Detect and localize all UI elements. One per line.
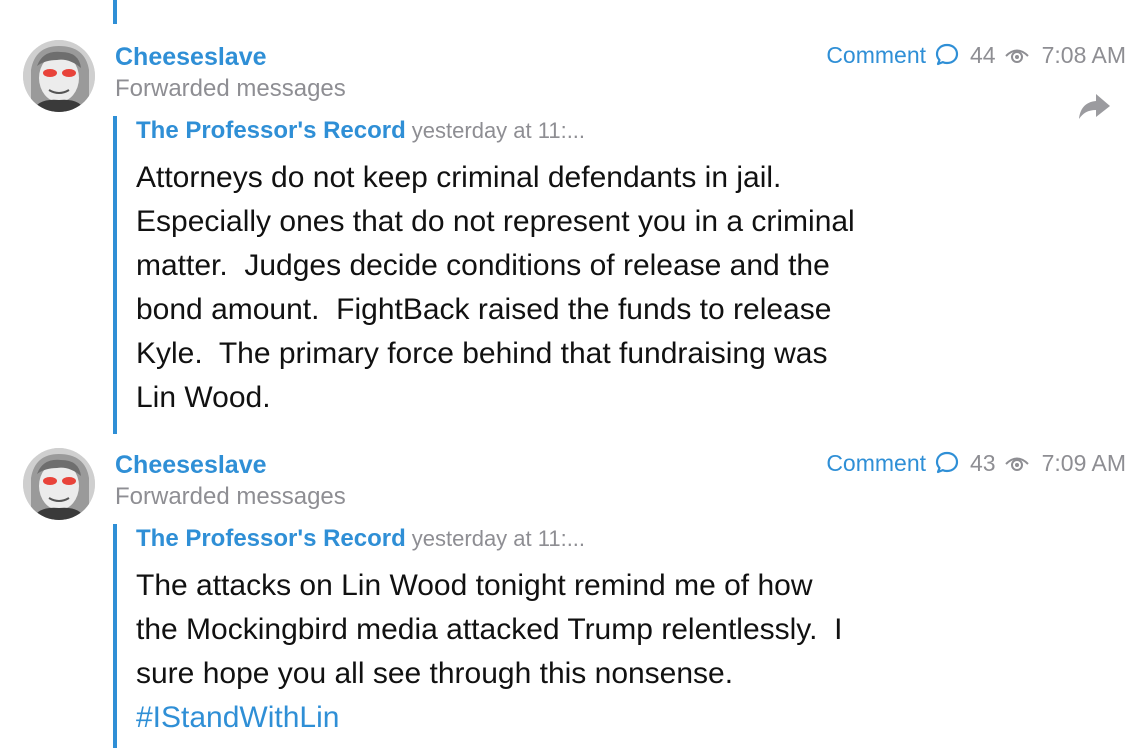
text-line: the Mockingbird media attacked Trump rel…: [136, 613, 843, 646]
text-line: Kyle. The primary force behind that fund…: [136, 337, 828, 370]
text-line: Attorneys do not keep criminal defendant…: [136, 161, 782, 194]
comment-button[interactable]: Comment: [826, 450, 960, 477]
avatar-image: [23, 40, 95, 112]
text-line: Lin Wood.: [136, 381, 271, 414]
comment-bubble-icon: [934, 42, 960, 68]
hashtag-link[interactable]: #IStandWithLin: [136, 696, 996, 740]
message-meta: Comment 44 7:08 AM: [826, 40, 1126, 70]
text-line: Especially ones that do not represent yo…: [136, 205, 855, 238]
forwarded-label: Forwarded messages: [115, 75, 346, 102]
forward-source-name[interactable]: The Professor's Record: [136, 117, 406, 144]
text-line: matter. Judges decide conditions of rele…: [136, 249, 830, 282]
text-line: sure hope you all see through this nonse…: [136, 657, 734, 690]
forwarded-label: Forwarded messages: [115, 483, 346, 510]
eye-icon: [1004, 452, 1030, 474]
forward-header: The Professor's Record yesterday at 11:..…: [136, 524, 585, 557]
message-time: 7:08 AM: [1041, 41, 1126, 68]
avatar[interactable]: [23, 448, 95, 520]
text-line: The attacks on Lin Wood tonight remind m…: [136, 569, 813, 602]
previous-message-quote-bar: [113, 0, 117, 24]
forward-quote-bar: [113, 116, 117, 434]
channel-message: Cheeseslave Forwarded messages Comment 4…: [0, 38, 1148, 438]
message-time: 7:09 AM: [1041, 449, 1126, 476]
forward-quote-bar: [113, 524, 117, 748]
text-line: bond amount. FightBack raised the funds …: [136, 293, 832, 326]
sender-name[interactable]: Cheeseslave: [115, 450, 267, 480]
comment-button[interactable]: Comment: [826, 42, 960, 69]
avatar-image: [23, 448, 95, 520]
share-arrow-icon: [1079, 94, 1110, 119]
view-count: 43: [970, 449, 996, 476]
channel-message: Cheeseslave Forwarded messages Comment 4…: [0, 446, 1148, 748]
forward-date: yesterday at 11:...: [411, 118, 586, 143]
comment-label: Comment: [826, 449, 927, 476]
eye-icon: [1004, 44, 1030, 66]
forward-date: yesterday at 11:...: [411, 526, 586, 551]
sender-name[interactable]: Cheeseslave: [115, 42, 267, 72]
forward-source-name[interactable]: The Professor's Record: [136, 525, 406, 552]
message-text: The attacks on Lin Wood tonight remind m…: [136, 564, 996, 740]
comment-bubble-icon: [934, 450, 960, 476]
share-button[interactable]: [1074, 86, 1114, 126]
message-meta: Comment 43 7:09 AM: [826, 448, 1126, 478]
message-text: Attorneys do not keep criminal defendant…: [136, 156, 996, 420]
avatar[interactable]: [23, 40, 95, 112]
channel-feed: Cheeseslave Forwarded messages Comment 4…: [0, 0, 1148, 748]
forward-header: The Professor's Record yesterday at 11:..…: [136, 116, 585, 149]
view-count: 44: [970, 41, 996, 68]
comment-label: Comment: [826, 41, 927, 68]
